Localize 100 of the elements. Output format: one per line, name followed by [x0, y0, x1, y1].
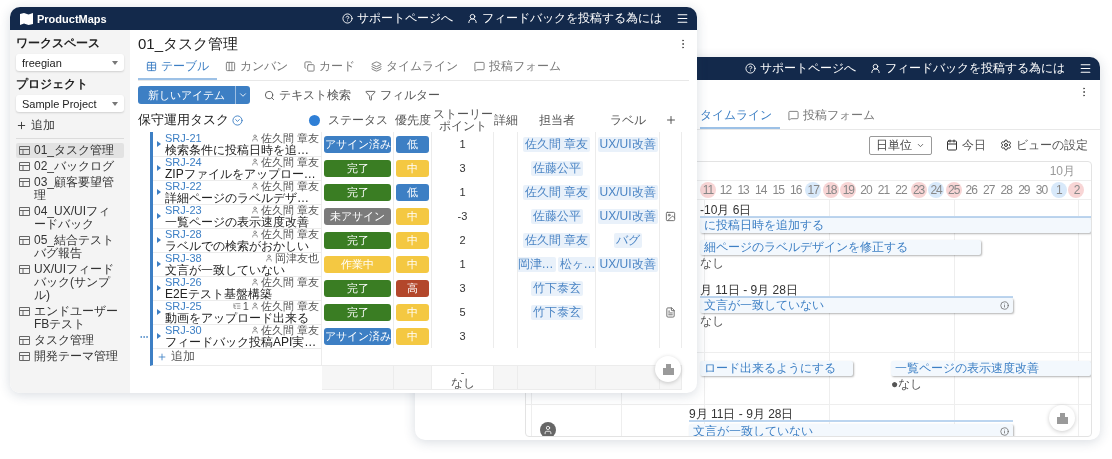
status-tag: アサイン済み	[324, 327, 391, 345]
support-link[interactable]: サポートページへ	[342, 10, 453, 27]
add-row-button[interactable]: 追加	[157, 348, 195, 365]
status-tag: アサイン済み	[324, 135, 391, 153]
sidebar-item[interactable]: 開発テーマ管理	[16, 349, 124, 364]
column-header: ストーリーポイント	[432, 108, 494, 132]
sidebar-item[interactable]: エンドユーザーFBテスト	[16, 304, 124, 332]
label-chip: UX/UI改善	[597, 184, 658, 200]
priority-tag: 低	[396, 183, 429, 201]
group-title: 保守運用タスク	[138, 111, 229, 129]
assignee-chip: 佐藤公平	[530, 160, 583, 176]
today-button[interactable]: 今日	[946, 136, 986, 154]
assignee-chip: 岡津…	[518, 256, 556, 272]
task-title: 一覧ページの表示速度改善	[165, 216, 310, 228]
new-item-button[interactable]: 新しいアイテム	[138, 86, 235, 104]
filter-button[interactable]: フィルター	[365, 86, 440, 104]
label-chip: バグ	[613, 232, 642, 248]
view-tab[interactable]: カード	[296, 55, 363, 80]
view-tab[interactable]: タイムライン	[363, 55, 466, 80]
view-tab[interactable]: タイムライン	[700, 104, 780, 129]
view-tab[interactable]: テーブル	[138, 55, 217, 80]
priority-tag: 中	[396, 255, 429, 273]
task-id: SRJ-24	[165, 156, 202, 168]
sidebar-item[interactable]: 01_タスク管理	[16, 143, 124, 158]
task-id: SRJ-25	[165, 300, 202, 312]
task-title: 文言が一致していない	[165, 264, 285, 276]
task-title: 動画をアップロード出来る	[165, 312, 310, 324]
column-header: 詳細	[494, 114, 518, 126]
task-owner: 岡津友也	[275, 252, 319, 264]
timeline-bar[interactable]: 細ページのラベルデザインを修正する	[700, 240, 981, 255]
story-points: 1	[459, 258, 466, 270]
label-chip: UX/UI改善	[597, 136, 658, 152]
timeline-bar[interactable]: 文言が一致していない	[700, 298, 1013, 313]
timeline-bar[interactable]: ロード出来るようにする	[700, 361, 853, 376]
story-points: 2	[459, 234, 466, 246]
label-chip: UX/UI改善	[597, 208, 658, 224]
task-id: SRJ-30	[165, 324, 202, 336]
assignee-chip: 竹下泰玄	[530, 304, 583, 320]
column-header: ステータス	[328, 114, 388, 126]
task-owner: 佐久間 章友	[260, 132, 319, 144]
day-label: 15	[771, 182, 786, 198]
task-id: SRJ-23	[165, 204, 202, 216]
story-points: 3	[459, 282, 466, 294]
task-owner: 佐久間 章友	[260, 156, 319, 168]
sidebar-item[interactable]: 04_UX/UIフィードバック	[16, 204, 124, 232]
priority-tag: 低	[396, 135, 429, 153]
text-search-button[interactable]: テキスト検索	[264, 86, 351, 104]
add-link[interactable]: 追加	[16, 117, 124, 134]
section-label: ワークスペース	[16, 35, 101, 52]
timeline-bar[interactable]: に投稿日時を追加する	[700, 218, 1091, 233]
bar-note: なし	[700, 315, 724, 327]
task-title: E2Eテスト基盤構築	[165, 288, 272, 300]
status-tag: 完了	[324, 159, 391, 177]
sidebar-item[interactable]: タスク管理	[16, 333, 124, 348]
priority-tag: 中	[396, 159, 429, 177]
task-title: ラベルでの検索がおかしい	[165, 240, 310, 252]
assignee-chip: 松ヶ…	[557, 256, 595, 272]
unit-select[interactable]: 日単位	[869, 135, 932, 155]
bar-note: ●なし	[891, 378, 923, 390]
day-label: 24	[928, 182, 945, 198]
day-label: 28	[999, 182, 1014, 198]
bar-note: なし	[700, 257, 724, 269]
sidebar-item[interactable]: 02_バックログ	[16, 159, 124, 174]
day-label: 1	[1050, 182, 1067, 198]
day-label: 27	[982, 182, 996, 198]
column-header: 優先度	[395, 114, 431, 126]
brand-name: ProductMaps	[37, 12, 107, 25]
column-header: ラベル	[610, 114, 646, 126]
view-settings-button[interactable]: ビューの設定	[1000, 136, 1088, 154]
sidebar-item[interactable]: 03_顧客要望管理	[16, 175, 124, 203]
page-title: 01_タスク管理	[138, 34, 239, 54]
support-link[interactable]: サポートページへ	[745, 60, 856, 77]
task-title: 詳細ページのラベルデザ…	[165, 192, 310, 204]
month-label: 10月	[1049, 162, 1075, 180]
day-label: 13	[736, 182, 750, 198]
task-owner: 佐久間 章友	[260, 300, 319, 312]
workspace-select[interactable]: freegian	[16, 54, 124, 71]
sidebar-item[interactable]: UX/UIフィードバック(サンプル)	[16, 262, 124, 303]
section-label: プロジェクト	[16, 76, 89, 93]
summary-label: なし	[450, 376, 475, 389]
day-label: 17	[805, 182, 822, 198]
status-tag: 完了	[324, 279, 391, 297]
task-id: SRJ-28	[165, 228, 202, 240]
assignee-chip: 佐久間 章友	[522, 184, 591, 200]
view-tab[interactable]: 投稿フォーム	[466, 55, 569, 80]
priority-tag: 中	[396, 327, 429, 345]
sidebar-item[interactable]: 05_結合テストバグ報告	[16, 233, 124, 261]
task-owner: 佐久間 章友	[260, 324, 319, 336]
status-tag: 完了	[324, 231, 391, 249]
project-select[interactable]: Sample Project	[16, 95, 124, 112]
task-id: SRJ-21	[165, 132, 202, 144]
timeline-bar[interactable]: 一覧ページの表示速度改善	[891, 361, 1091, 376]
assignee-chip: 佐久間 章友	[522, 136, 591, 152]
story-points: 3	[459, 162, 466, 174]
feedback-link[interactable]: フィードバックを投稿する為には	[870, 60, 1065, 77]
priority-tag: 中	[396, 207, 429, 225]
view-tab[interactable]: 投稿フォーム	[780, 104, 883, 129]
feedback-link[interactable]: フィードバックを投稿する為には	[467, 10, 662, 27]
assignee-chip: 佐久間 章友	[522, 232, 591, 248]
view-tab[interactable]: カンバン	[217, 55, 296, 80]
